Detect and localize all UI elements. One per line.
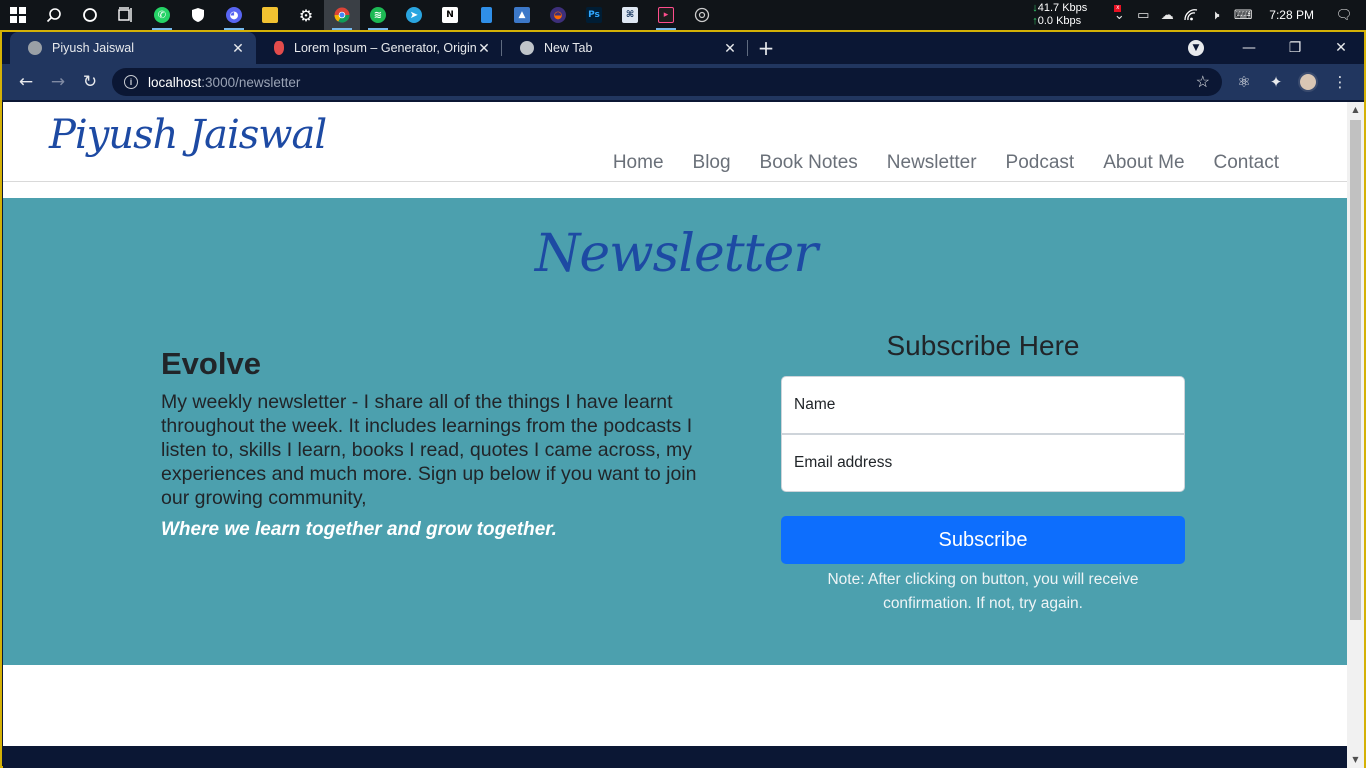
photoshop-icon[interactable]: Ps	[576, 0, 612, 30]
subscribe-note: Note: After clicking on button, you will…	[827, 571, 1139, 612]
editor-icon[interactable]: ⌘	[612, 0, 648, 30]
nav-book-notes[interactable]: Book Notes	[760, 152, 858, 174]
new-tab-button[interactable]: +	[748, 32, 784, 64]
address-bar[interactable]: i localhost:3000/newsletter ☆	[112, 68, 1222, 96]
minimize-button[interactable]: —	[1226, 40, 1272, 56]
name-placeholder: Name	[794, 396, 836, 413]
back-button[interactable]: ←	[10, 66, 42, 98]
close-tab-icon[interactable]: ✕	[722, 40, 738, 57]
lorem-favicon-icon	[274, 41, 284, 55]
security-icon[interactable]	[180, 0, 216, 30]
nav-newsletter[interactable]: Newsletter	[887, 152, 977, 174]
discord-icon[interactable]: ◕	[216, 0, 252, 30]
close-icon[interactable]: x	[1114, 5, 1122, 12]
window-controls: ▼ — ❐ ✕	[1188, 32, 1364, 64]
subscribe-form: Subscribe Here Name Email address Subscr…	[781, 330, 1185, 616]
nav-contact[interactable]: Contact	[1214, 152, 1279, 174]
site-nav: Home Blog Book Notes Newsletter Podcast …	[584, 152, 1279, 174]
tab-search-icon[interactable]: ▼	[1188, 40, 1204, 56]
scrollbar-thumb[interactable]	[1350, 120, 1361, 620]
spotify-icon[interactable]: ≋	[360, 0, 396, 30]
restore-button[interactable]: ❐	[1272, 40, 1318, 56]
footer	[3, 746, 1349, 768]
aperture-icon[interactable]	[684, 0, 720, 30]
newsletter-tagline: Where we learn together and grow togethe…	[161, 519, 557, 540]
newsletter-text: My weekly newsletter - I share all of th…	[161, 391, 697, 509]
close-window-button[interactable]: ✕	[1318, 40, 1364, 56]
search-icon[interactable]	[36, 0, 72, 30]
tab-piyush-jaiswal[interactable]: Piyush Jaiswal ✕	[10, 32, 256, 64]
network-speed: ↓41.7 Kbps ↑0.0 Kbps x	[1032, 2, 1122, 27]
subscribe-heading: Subscribe Here	[886, 330, 1080, 361]
notification-icon[interactable]: 🗨	[1332, 0, 1356, 30]
tab-title: New Tab	[544, 41, 593, 55]
scroll-down-icon[interactable]: ▼	[1347, 752, 1364, 768]
scroll-up-icon[interactable]: ▲	[1347, 102, 1364, 118]
clock[interactable]: 7:28 PM	[1269, 8, 1314, 22]
url-host: localhost	[148, 74, 202, 90]
name-field[interactable]: Name	[781, 376, 1185, 434]
tab-lorem-ipsum[interactable]: Lorem Ipsum – Generator, Origins ✕	[256, 32, 502, 64]
files-icon[interactable]	[468, 0, 504, 30]
whatsapp-icon[interactable]: ✆	[144, 0, 180, 30]
react-devtools-icon[interactable]: ⚛	[1228, 66, 1260, 98]
extensions-puzzle-icon[interactable]: ✦	[1260, 66, 1292, 98]
subscribe-button[interactable]: Subscribe	[781, 516, 1185, 564]
photos-icon[interactable]: ▲	[504, 0, 540, 30]
bookmark-star-icon[interactable]: ☆	[1196, 72, 1210, 92]
tab-title: Piyush Jaiswal	[52, 41, 134, 55]
email-placeholder: Email address	[794, 454, 893, 471]
notion-icon[interactable]: N	[432, 0, 468, 30]
nav-home[interactable]: Home	[613, 152, 664, 174]
windows-taskbar: ✆ ◕ ⚙ ≋ ➤ N ▲ ◒ Ps ⌘ ▸ ↓41.7 Kbps ↑0.0 K…	[0, 0, 1366, 30]
app-icon[interactable]: ◒	[540, 0, 576, 30]
task-view-icon[interactable]	[108, 0, 144, 30]
email-field[interactable]: Email address	[781, 434, 1185, 492]
wifi-icon[interactable]	[1179, 0, 1203, 30]
close-tab-icon[interactable]: ✕	[230, 40, 246, 57]
terminal-icon[interactable]: ▸	[648, 0, 684, 30]
page-scrollbar[interactable]: ▲ ▼	[1347, 102, 1364, 768]
newsletter-description: Evolve My weekly newsletter - I share al…	[161, 346, 701, 542]
nav-blog[interactable]: Blog	[693, 152, 731, 174]
menu-kebab-icon[interactable]: ⋮	[1324, 66, 1356, 98]
nav-about-me[interactable]: About Me	[1103, 152, 1184, 174]
profile-avatar[interactable]	[1292, 66, 1324, 98]
newsletter-heading: Evolve	[161, 346, 261, 381]
nav-podcast[interactable]: Podcast	[1006, 152, 1075, 174]
newsletter-section: Newsletter Evolve My weekly newsletter -…	[3, 198, 1349, 665]
cloud-icon[interactable]: ☁	[1155, 0, 1179, 30]
system-tray: ↓41.7 Kbps ↑0.0 Kbps x ⌄ ▭ ☁ 🕨 ⌨ 7:28 PM…	[1032, 0, 1366, 30]
file-explorer-icon[interactable]	[252, 0, 288, 30]
globe-icon	[28, 41, 42, 55]
page-viewport: Piyush Jaiswal Home Blog Book Notes News…	[3, 102, 1349, 768]
site-logo[interactable]: Piyush Jaiswal	[49, 112, 327, 158]
site-info-icon[interactable]: i	[124, 75, 138, 89]
cortana-icon[interactable]	[72, 0, 108, 30]
reload-button[interactable]: ↻	[74, 66, 106, 98]
site-header: Piyush Jaiswal Home Blog Book Notes News…	[3, 102, 1349, 182]
battery-icon[interactable]: ▭	[1131, 0, 1155, 30]
tab-title: Lorem Ipsum – Generator, Origins	[294, 41, 476, 55]
tab-strip: Piyush Jaiswal ✕ Lorem Ipsum – Generator…	[2, 32, 1364, 64]
windows-start-icon[interactable]	[0, 0, 36, 30]
tab-new-tab[interactable]: New Tab ✕	[502, 32, 748, 64]
url-path: :3000/newsletter	[201, 74, 301, 90]
close-tab-icon[interactable]: ✕	[476, 40, 492, 57]
chrome-icon	[520, 41, 534, 55]
avatar	[1298, 72, 1318, 92]
telegram-icon[interactable]: ➤	[396, 0, 432, 30]
browser-toolbar: ← → ↻ i localhost:3000/newsletter ☆ ⚛ ✦ …	[2, 64, 1364, 100]
photoshop-label: Ps	[586, 7, 602, 23]
volume-muted-icon[interactable]: 🕨	[1203, 0, 1227, 30]
keyboard-icon[interactable]: ⌨	[1227, 0, 1259, 30]
settings-icon[interactable]: ⚙	[288, 0, 324, 30]
chrome-icon[interactable]	[324, 0, 360, 30]
browser-window: Piyush Jaiswal ✕ Lorem Ipsum – Generator…	[0, 30, 1366, 768]
forward-button[interactable]: →	[42, 66, 74, 98]
net-up: 0.0 Kbps	[1037, 15, 1082, 27]
page-title: Newsletter	[534, 224, 818, 284]
net-down: 41.7 Kbps	[1037, 2, 1088, 14]
